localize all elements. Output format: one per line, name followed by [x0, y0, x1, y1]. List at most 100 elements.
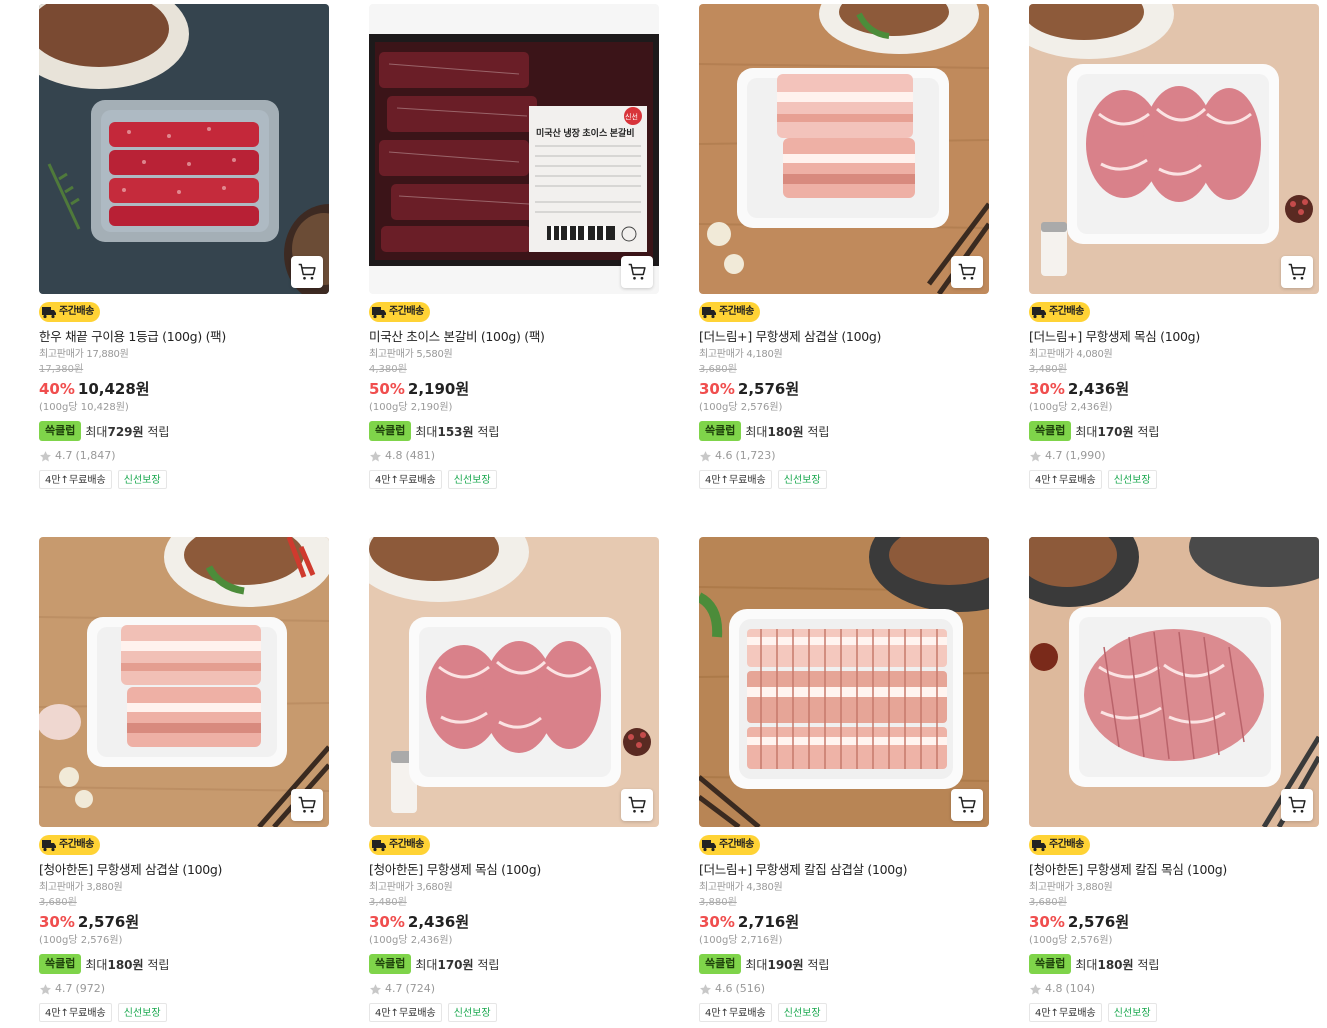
add-to-cart-button[interactable] — [291, 789, 323, 821]
discount-rate: 30% — [699, 380, 735, 398]
product-image[interactable] — [1029, 537, 1319, 827]
add-to-cart-button[interactable] — [621, 256, 653, 288]
original-price: 17,380원 — [39, 364, 84, 375]
original-price: 3,680원 — [39, 897, 77, 908]
review-count: (1,847) — [75, 449, 116, 462]
points-row: 쓱클럽 최대180원 적립 — [699, 420, 829, 442]
points-text: 최대190원 적립 — [745, 957, 830, 972]
club-badge: 쓱클럽 — [39, 421, 82, 441]
fresh-guarantee-tag: 신선보장 — [777, 470, 827, 489]
rating-row: 4.7 (972) — [39, 982, 105, 996]
star-icon — [40, 983, 51, 994]
star-icon — [1030, 450, 1041, 461]
sale-price: 2,576원 — [737, 380, 800, 398]
product-title[interactable]: [청아한돈] 무항생제 칼집 목심 (100g) — [1029, 861, 1319, 879]
star-icon — [370, 983, 381, 994]
cart-icon — [1288, 796, 1306, 813]
truck-icon — [1032, 840, 1046, 852]
truck-icon — [372, 840, 386, 852]
fresh-guarantee-tag: 신선보장 — [1107, 1003, 1157, 1022]
unit-price: (100g당 2,576원) — [1029, 935, 1113, 946]
discount-rate: 30% — [1029, 380, 1065, 398]
max-price: 최고판매가 17,880원 — [39, 349, 129, 360]
review-count: (1,990) — [1065, 449, 1106, 462]
fresh-guarantee-tag: 신선보장 — [777, 1003, 827, 1022]
cart-icon — [298, 796, 316, 813]
product-image[interactable] — [369, 537, 659, 827]
free-shipping-tag: 4만↑무료배송 — [699, 470, 772, 489]
add-to-cart-button[interactable] — [951, 256, 983, 288]
original-price: 3,680원 — [1029, 897, 1067, 908]
tag-list: 4만↑무료배송 신선보장 — [699, 1003, 827, 1022]
club-badge: 쓱클럽 — [369, 421, 412, 441]
add-to-cart-button[interactable] — [291, 256, 323, 288]
star-icon — [700, 450, 711, 461]
price-row: 30% 2,576원 — [39, 912, 139, 932]
truck-icon — [702, 840, 716, 852]
unit-price: (100g당 2,576원) — [39, 935, 123, 946]
pork-belly-image — [39, 537, 329, 827]
rating-value: 4.8 — [1045, 982, 1063, 995]
product-image[interactable] — [39, 4, 329, 294]
product-title[interactable]: [청아한돈] 무항생제 목심 (100g) — [369, 861, 659, 879]
sale-price: 2,436원 — [1067, 380, 1130, 398]
rating-row: 4.7 (724) — [369, 982, 435, 996]
add-to-cart-button[interactable] — [951, 789, 983, 821]
sale-price: 2,576원 — [77, 913, 140, 931]
add-to-cart-button[interactable] — [1281, 789, 1313, 821]
product-title[interactable]: 한우 채끝 구이용 1등급 (100g) (팩) — [39, 328, 329, 346]
discount-rate: 50% — [369, 380, 405, 398]
price-row: 30% 2,716원 — [699, 912, 799, 932]
sale-price: 10,428원 — [77, 380, 150, 398]
review-count: (481) — [405, 449, 436, 462]
original-price: 3,880원 — [699, 897, 737, 908]
free-shipping-tag: 4만↑무료배송 — [369, 470, 442, 489]
star-icon — [1030, 983, 1041, 994]
product-title[interactable]: [더느림+] 무항생제 칼집 삼겹살 (100g) — [699, 861, 989, 879]
rating-value: 4.7 — [1045, 449, 1063, 462]
club-badge: 쓱클럽 — [1029, 421, 1072, 441]
weekly-delivery-badge: 주간배송 — [699, 835, 760, 855]
rating-value: 4.7 — [385, 982, 403, 995]
review-count: (972) — [75, 982, 106, 995]
pork-belly-image — [699, 4, 989, 294]
fresh-guarantee-tag: 신선보장 — [117, 470, 167, 489]
original-price: 3,480원 — [369, 897, 407, 908]
free-shipping-tag: 4만↑무료배송 — [1029, 1003, 1102, 1022]
rating-row: 4.8 (104) — [1029, 982, 1095, 996]
free-shipping-tag: 4만↑무료배송 — [39, 1003, 112, 1022]
sale-price: 2,576원 — [1067, 913, 1130, 931]
product-title[interactable]: 미국산 초이스 본갈비 (100g) (팩) — [369, 328, 659, 346]
truck-icon — [1032, 307, 1046, 319]
add-to-cart-button[interactable] — [1281, 256, 1313, 288]
original-price: 3,680원 — [699, 364, 737, 375]
product-image[interactable] — [1029, 4, 1319, 294]
product-image[interactable] — [699, 4, 989, 294]
truck-icon — [702, 307, 716, 319]
fresh-guarantee-tag: 신선보장 — [1107, 470, 1157, 489]
product-title[interactable]: [더느림+] 무항생제 목심 (100g) — [1029, 328, 1319, 346]
product-title[interactable]: [더느림+] 무항생제 삼겹살 (100g) — [699, 328, 989, 346]
tag-list: 4만↑무료배송 신선보장 — [369, 1003, 497, 1022]
discount-rate: 30% — [699, 913, 735, 931]
add-to-cart-button[interactable] — [621, 789, 653, 821]
product-title[interactable]: [청아한돈] 무항생제 삼겹살 (100g) — [39, 861, 329, 879]
price-row: 40% 10,428원 — [39, 379, 150, 399]
product-image[interactable] — [699, 537, 989, 827]
star-icon — [370, 450, 381, 461]
scored-neck-image — [1029, 537, 1319, 827]
weekly-delivery-badge: 주간배송 — [1029, 835, 1090, 855]
points-row: 쓱클럽 최대729원 적립 — [39, 420, 169, 442]
product-image[interactable]: 미국산 냉장 초이스 본갈비 신선 — [369, 4, 659, 294]
rating-value: 4.6 — [715, 982, 733, 995]
price-row: 30% 2,436원 — [369, 912, 469, 932]
fresh-guarantee-tag: 신선보장 — [117, 1003, 167, 1022]
price-row: 30% 2,576원 — [699, 379, 799, 399]
points-text: 최대180원 적립 — [1075, 957, 1160, 972]
star-icon — [700, 983, 711, 994]
unit-price: (100g당 2,436원) — [369, 935, 453, 946]
free-shipping-tag: 4만↑무료배송 — [39, 470, 112, 489]
product-image[interactable] — [39, 537, 329, 827]
tag-list: 4만↑무료배송 신선보장 — [1029, 470, 1157, 489]
max-price: 최고판매가 4,380원 — [699, 882, 783, 893]
